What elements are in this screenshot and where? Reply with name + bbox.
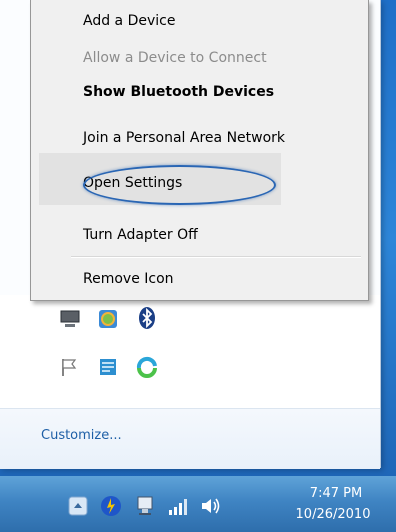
menu-item-add-device[interactable]: Add a Device xyxy=(83,13,175,29)
show-hidden-icons-arrow[interactable] xyxy=(68,496,88,520)
sync-icon[interactable] xyxy=(136,356,158,378)
menu-item-show-devices[interactable]: Show Bluetooth Devices xyxy=(83,84,274,100)
annotation-oval xyxy=(83,165,276,205)
monitor-icon[interactable] xyxy=(59,308,81,330)
menu-item-remove-icon[interactable]: Remove Icon xyxy=(83,271,174,287)
flag-icon[interactable] xyxy=(59,356,81,378)
customize-link[interactable]: Customize... xyxy=(41,428,122,443)
flyout-footer: Customize... xyxy=(0,408,380,469)
bluetooth-icon[interactable] xyxy=(136,306,158,329)
network-globe-icon[interactable] xyxy=(97,308,119,330)
clock-time[interactable]: 7:47 PM xyxy=(296,486,376,501)
update-icon[interactable] xyxy=(99,494,123,522)
taskbar xyxy=(0,476,396,532)
notes-icon[interactable] xyxy=(97,356,119,378)
menu-separator xyxy=(71,256,361,258)
menu-item-allow-device[interactable]: Allow a Device to Connect xyxy=(83,50,267,66)
tray-icon-grid xyxy=(0,295,380,415)
bluetooth-context-menu: Add a Device Allow a Device to Connect S… xyxy=(30,0,369,301)
speaker-icon[interactable] xyxy=(200,496,222,520)
signal-bars-icon[interactable] xyxy=(167,498,189,520)
clock-date[interactable]: 10/26/2010 xyxy=(288,507,378,522)
network-icon[interactable] xyxy=(133,494,157,522)
menu-item-join-pan[interactable]: Join a Personal Area Network xyxy=(83,130,285,146)
menu-item-turn-adapter-off[interactable]: Turn Adapter Off xyxy=(83,227,198,243)
